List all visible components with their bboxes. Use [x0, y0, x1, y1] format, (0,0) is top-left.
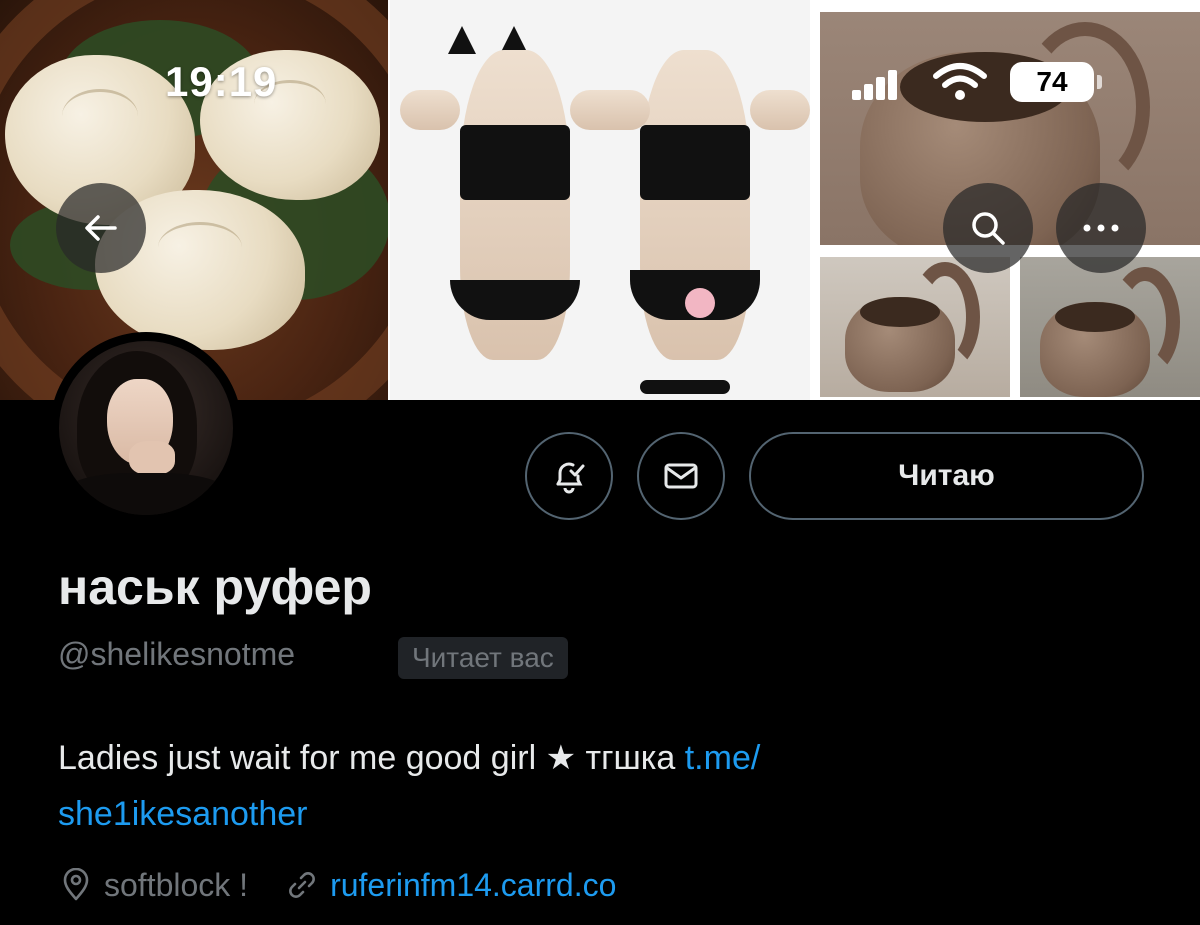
- profile-meta: softblock ! ruferinfm14.carrd.co: [58, 862, 616, 908]
- avatar-image: [59, 341, 233, 515]
- envelope-icon: [664, 463, 698, 489]
- message-button[interactable]: [637, 432, 725, 520]
- user-handle: @shelikesnotme: [58, 636, 296, 672]
- banner-image-outfit: [390, 0, 810, 400]
- link-icon: [284, 867, 320, 903]
- bio-link-continued[interactable]: she1ikesanother: [58, 795, 308, 833]
- display-name: наськ руфер: [58, 559, 372, 615]
- more-horizontal-icon: [1083, 224, 1119, 232]
- status-time: 19:19: [165, 58, 278, 105]
- follows-you-badge: Читает вас: [398, 637, 568, 679]
- website-link[interactable]: ruferinfm14.carrd.co: [330, 867, 616, 904]
- following-button[interactable]: Читаю: [749, 432, 1144, 520]
- banner-image-pottery-2: [820, 257, 1010, 397]
- search-button[interactable]: [943, 183, 1033, 273]
- profile-avatar[interactable]: [50, 332, 242, 524]
- banner-image-pottery-3: [1020, 257, 1200, 397]
- battery-indicator: 74: [1010, 62, 1102, 102]
- notifications-button[interactable]: [525, 432, 613, 520]
- location-pin-icon: [58, 867, 94, 903]
- cellular-signal-icon: [852, 70, 900, 100]
- bio-text: Ladies just wait for me good girl ★ тгшк…: [58, 739, 685, 777]
- back-button[interactable]: [56, 183, 146, 273]
- more-button[interactable]: [1056, 183, 1146, 273]
- location-text: softblock !: [104, 866, 249, 903]
- bell-check-icon: [556, 462, 585, 494]
- search-icon: [972, 212, 1005, 245]
- wifi-icon: [933, 63, 987, 100]
- arrow-left-icon: [85, 215, 117, 241]
- bio-link[interactable]: t.me/: [685, 739, 761, 777]
- profile-bio: Ladies just wait for me good girl ★ тгшк…: [58, 730, 1158, 842]
